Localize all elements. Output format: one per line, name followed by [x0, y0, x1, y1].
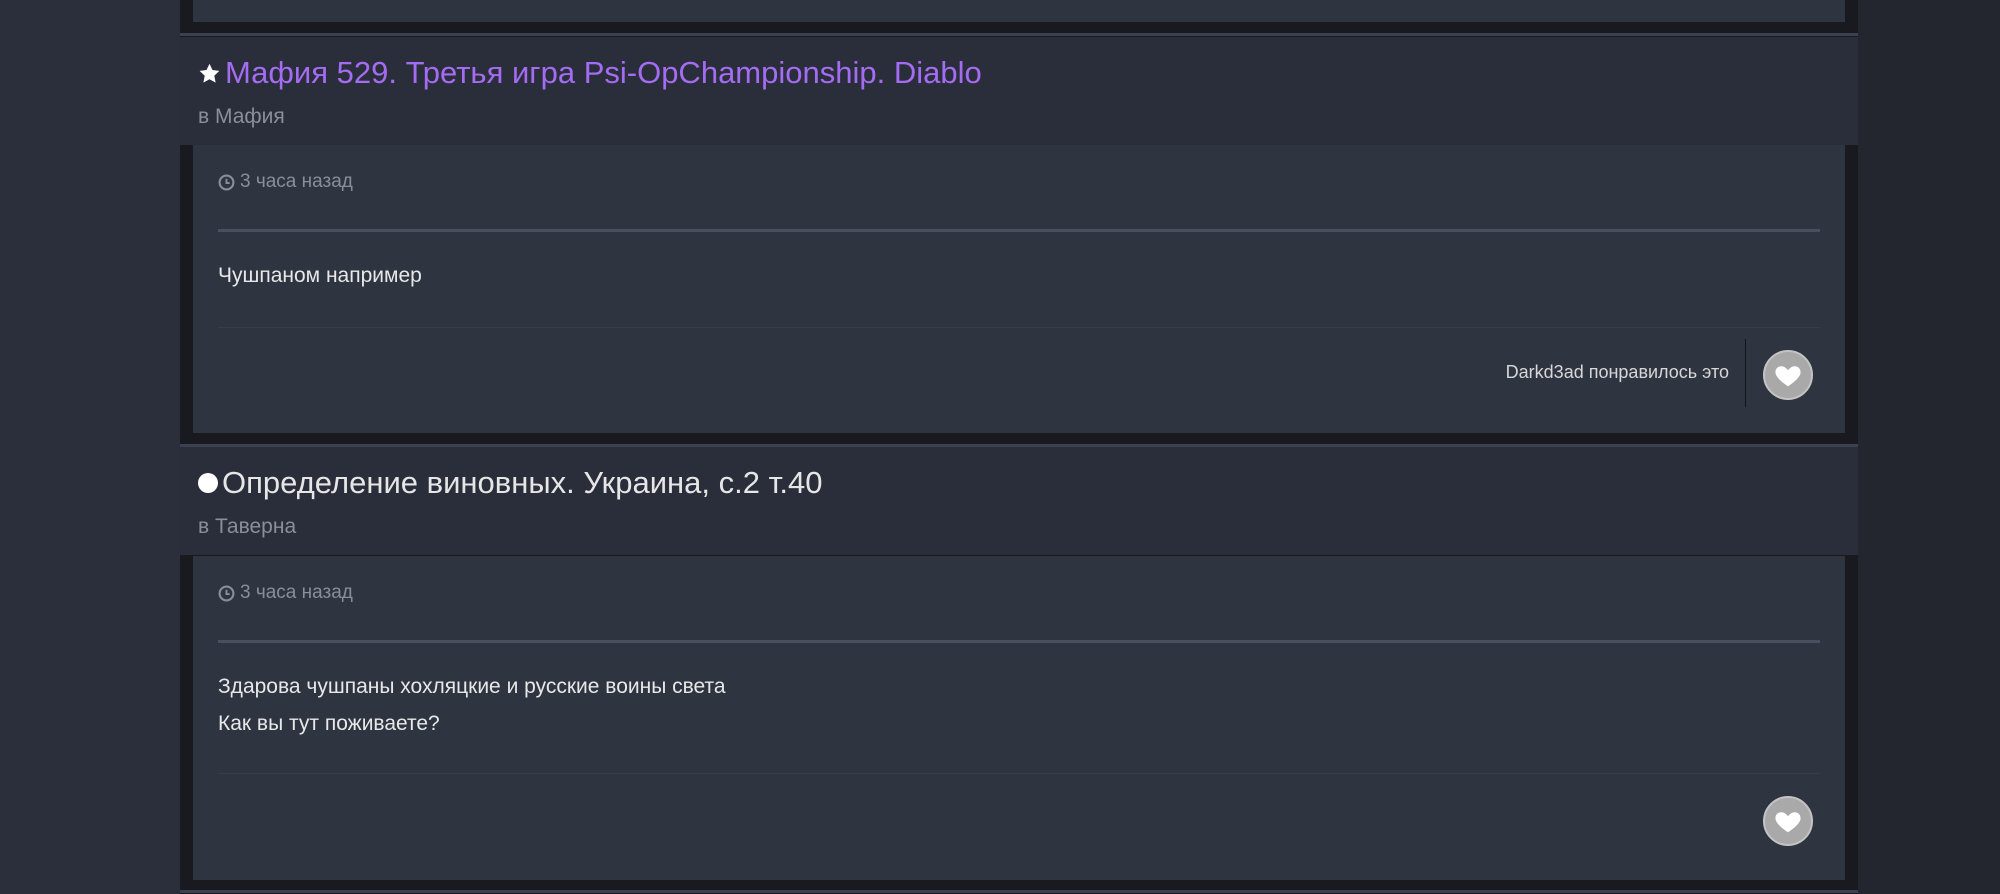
reaction-text[interactable]: Darkd3ad понравилось это [1506, 362, 1729, 383]
result-forum: в Таверна [198, 513, 296, 541]
forum-prefix: в [198, 515, 210, 538]
like-button[interactable] [1763, 350, 1813, 400]
timestamp-text: 3 часа назад [240, 582, 353, 603]
result-separator [180, 33, 1858, 36]
result-title: Определение виновных. Украина, с.2 т.40 [198, 463, 822, 503]
forum-link[interactable]: Мафия [215, 105, 285, 128]
post-footer-divider [218, 773, 1820, 774]
like-button[interactable] [1763, 796, 1813, 846]
post-content: Здарова чушпаны хохляцкие и русские воин… [218, 668, 726, 742]
previous-result-body [193, 0, 1845, 22]
post-content: Чушпаном например [218, 257, 422, 294]
result-title: Мафия 529. Третья игра Psi-OpChampionshi… [198, 53, 982, 93]
post-body: 3 часа назад Здарова чушпаны хохляцкие и… [193, 556, 1845, 880]
heart-icon [1775, 812, 1801, 833]
reaction-divider [1745, 339, 1746, 407]
result-forum: в Мафия [198, 103, 285, 131]
result-header: Мафия 529. Третья игра Psi-OpChampionshi… [180, 37, 1858, 145]
star-icon [199, 63, 220, 83]
result-title-link[interactable]: Мафия 529. Третья игра Psi-OpChampionshi… [225, 53, 982, 93]
timestamp-text: 3 часа назад [240, 171, 353, 192]
result-header: Определение виновных. Украина, с.2 т.40 … [180, 447, 1858, 555]
search-results-list: Мафия 529. Третья игра Psi-OpChampionshi… [180, 0, 1858, 894]
result-separator [180, 890, 1858, 893]
forum-link[interactable]: Таверна [215, 515, 296, 538]
post-timestamp: 3 часа назад [218, 171, 353, 193]
post-footer-divider [218, 327, 1820, 328]
content-line: Как вы тут поживаете? [218, 712, 440, 735]
clock-icon [218, 174, 235, 190]
content-line: Здарова чушпаны хохляцкие и русские воин… [218, 675, 726, 698]
right-gutter [1858, 0, 2000, 894]
heart-icon [1775, 366, 1801, 387]
post-timestamp: 3 часа назад [218, 582, 353, 604]
circle-icon [198, 473, 218, 493]
clock-icon [218, 585, 235, 601]
forum-prefix: в [198, 105, 210, 128]
content-line: Чушпаном например [218, 264, 422, 287]
post-divider [218, 229, 1820, 232]
post-body: 3 часа назад Чушпаном например Darkd3ad … [193, 145, 1845, 433]
result-title-link[interactable]: Определение виновных. Украина, с.2 т.40 [222, 463, 822, 503]
post-divider [218, 640, 1820, 643]
